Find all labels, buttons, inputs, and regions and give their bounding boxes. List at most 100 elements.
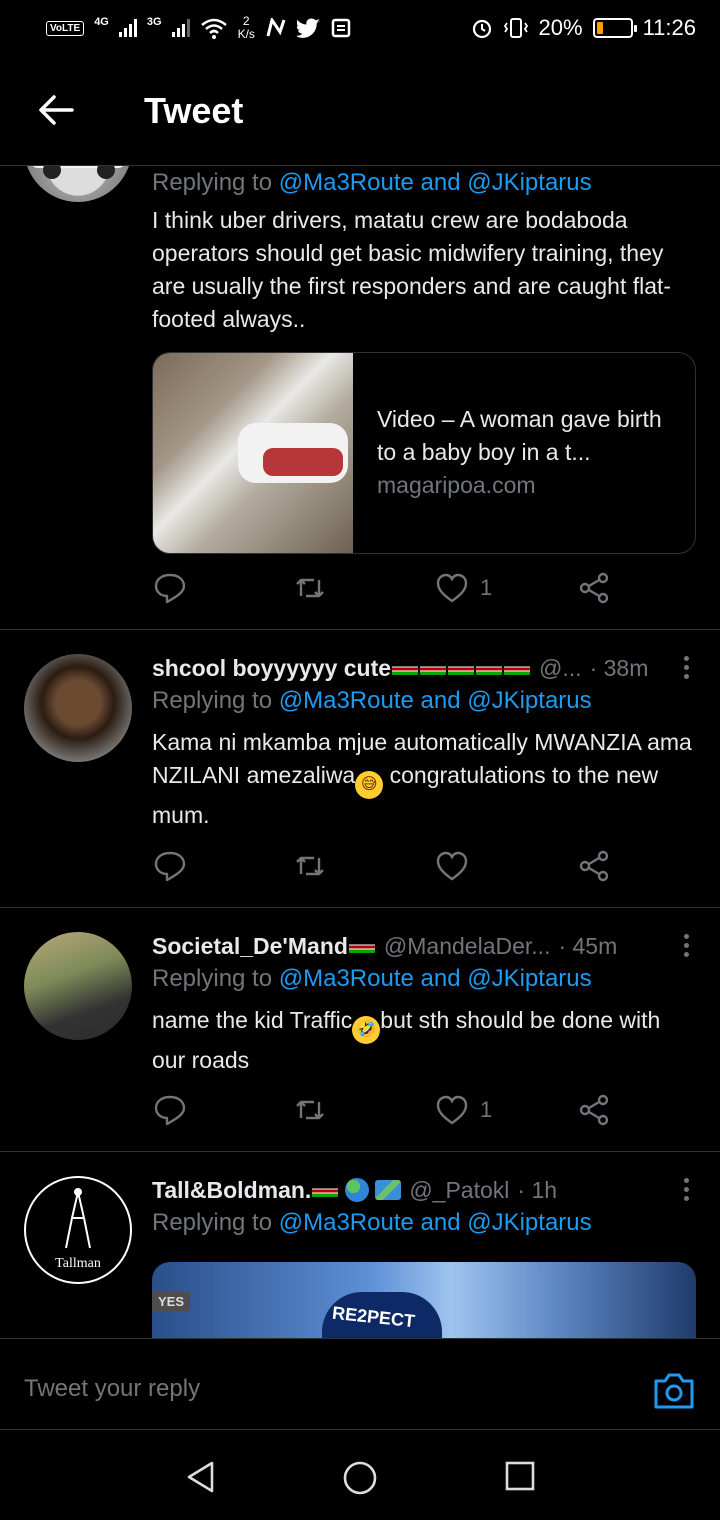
replying-to-label: Replying to bbox=[152, 687, 279, 714]
rofl-emoji-icon: 🤣 bbox=[352, 1016, 381, 1044]
retweet-button[interactable] bbox=[292, 848, 328, 884]
world-map-icon bbox=[375, 1180, 402, 1200]
triangle-back-icon[interactable] bbox=[184, 1460, 218, 1494]
network-3g-label: 3G bbox=[146, 16, 162, 28]
username[interactable]: @_Patokl bbox=[409, 1177, 509, 1204]
comment-icon bbox=[154, 851, 186, 882]
share-icon bbox=[579, 1094, 609, 1126]
display-name[interactable]: Tall&Boldman. bbox=[152, 1177, 311, 1204]
battery-fill bbox=[596, 22, 603, 34]
arrow-left-icon[interactable] bbox=[36, 90, 76, 130]
tweet-header: Tall&Boldman. @_Patokl · 1h bbox=[152, 1174, 696, 1206]
signal-bars-2-icon bbox=[171, 19, 190, 37]
replying-to-links[interactable]: @Ma3Route and @JKiptarus bbox=[279, 965, 592, 992]
camera-icon[interactable] bbox=[652, 1369, 696, 1413]
battery-percent: 20% bbox=[538, 15, 583, 40]
signal-bars-icon bbox=[118, 19, 137, 37]
tweet-header: shcool boyyyyyy cute @... · 38m bbox=[152, 652, 696, 684]
status-bar: VoLTE 4G 3G 2 K/s 20% 11:26 bbox=[0, 0, 720, 56]
tweet-actions: 1 bbox=[152, 570, 622, 610]
retweet-icon bbox=[296, 856, 324, 876]
battery-icon bbox=[592, 18, 637, 38]
avatar[interactable] bbox=[24, 932, 132, 1040]
reply-button[interactable] bbox=[152, 848, 188, 884]
tweet-actions: 1 bbox=[152, 1092, 622, 1132]
display-name[interactable]: shcool boyyyyyy cute bbox=[152, 655, 391, 682]
status-right: 20% 11:26 bbox=[471, 15, 696, 41]
tweet-content: Tall&Boldman. @_Patokl · 1h Replying to … bbox=[152, 1174, 696, 1240]
card-thumbnail bbox=[153, 353, 353, 553]
speed-unit: K/s bbox=[237, 27, 255, 41]
username[interactable]: @MandelaDer... bbox=[384, 933, 551, 960]
retweet-button[interactable] bbox=[292, 1092, 328, 1128]
square-recents-icon[interactable] bbox=[504, 1460, 536, 1492]
tweet-item[interactable]: Societal_De'Mand @MandelaDer... · 45m Re… bbox=[0, 908, 720, 1152]
like-count: 1 bbox=[480, 575, 493, 600]
replying-to-label: Replying to bbox=[152, 1209, 279, 1236]
reply-composer[interactable]: Tweet your reply bbox=[0, 1338, 720, 1430]
replying-to: Replying to @Ma3Route and @JKiptarus bbox=[152, 684, 696, 718]
circle-home-icon[interactable] bbox=[342, 1460, 378, 1496]
notification-n-icon bbox=[266, 18, 286, 37]
tweet-text-part-a: name the kid Traffic bbox=[152, 1007, 353, 1033]
tweet-text: Kama ni mkamba mjue automatically MWANZI… bbox=[152, 726, 696, 832]
card-domain: magaripoa.com bbox=[377, 472, 536, 498]
share-icon bbox=[579, 572, 609, 604]
timestamp: · 1h bbox=[517, 1176, 558, 1203]
kenya-flag-icon bbox=[311, 1177, 339, 1204]
kenya-flag-icons bbox=[391, 655, 531, 682]
status-left: VoLTE 4G 3G 2 K/s bbox=[46, 15, 351, 41]
heart-icon bbox=[436, 1095, 468, 1125]
tweet-content: shcool boyyyyyy cute @... · 38m Replying… bbox=[152, 652, 696, 832]
avatar[interactable]: Tallman bbox=[24, 1176, 132, 1284]
avatar[interactable] bbox=[24, 654, 132, 762]
reply-button[interactable] bbox=[152, 1092, 188, 1128]
avatar[interactable] bbox=[24, 166, 132, 202]
avatar-label: Tallman bbox=[55, 1256, 101, 1271]
tweet-actions bbox=[152, 848, 622, 888]
tweet-item[interactable]: Replying to @Ma3Route and @JKiptarus I t… bbox=[0, 166, 720, 630]
page-title: Tweet bbox=[144, 90, 244, 131]
heart-icon bbox=[436, 851, 468, 881]
reply-input[interactable]: Tweet your reply bbox=[24, 1375, 200, 1403]
retweet-icon bbox=[296, 578, 324, 598]
tweet-media-image[interactable]: YES RE2PECT bbox=[152, 1262, 696, 1338]
like-button[interactable]: 1 bbox=[434, 1092, 492, 1128]
card-title: Video – A woman gave birth to a baby boy… bbox=[377, 406, 662, 465]
replying-to-links[interactable]: @Ma3Route and @JKiptarus bbox=[279, 169, 592, 196]
globe-icon bbox=[345, 1178, 370, 1202]
more-options-icon[interactable] bbox=[684, 934, 690, 961]
link-card[interactable]: Video – A woman gave birth to a baby boy… bbox=[152, 352, 696, 554]
app-header: Tweet bbox=[0, 56, 720, 166]
replies-feed[interactable]: Replying to @Ma3Route and @JKiptarus I t… bbox=[0, 166, 720, 1338]
share-button[interactable] bbox=[576, 848, 612, 884]
wifi-icon bbox=[200, 18, 227, 39]
tweet-content: Replying to @Ma3Route and @JKiptarus I t… bbox=[152, 166, 696, 336]
retweet-icon bbox=[296, 1100, 324, 1120]
timestamp: · 38m bbox=[589, 654, 649, 681]
more-options-icon[interactable] bbox=[684, 1178, 690, 1205]
share-button[interactable] bbox=[576, 570, 612, 606]
share-button[interactable] bbox=[576, 1092, 612, 1128]
media-tag: YES bbox=[152, 1292, 191, 1311]
clock: 11:26 bbox=[642, 15, 696, 40]
alarm-icon bbox=[472, 19, 491, 39]
replying-to-links[interactable]: @Ma3Route and @JKiptarus bbox=[279, 687, 592, 714]
retweet-button[interactable] bbox=[292, 570, 328, 606]
like-count: 1 bbox=[480, 1097, 493, 1122]
tweet-item[interactable]: Tallman Tall&Boldman. @_Patokl · 1h Repl… bbox=[0, 1152, 720, 1338]
tweet-text: I think uber drivers, matatu crew are bo… bbox=[152, 207, 672, 332]
tweet-content: Societal_De'Mand @MandelaDer... · 45m Re… bbox=[152, 930, 696, 1077]
like-button[interactable]: 1 bbox=[434, 570, 492, 606]
replying-to-label: Replying to bbox=[152, 965, 279, 992]
replying-to-links[interactable]: @Ma3Route and @JKiptarus bbox=[279, 1209, 592, 1236]
username[interactable]: @... bbox=[539, 655, 582, 682]
like-button[interactable] bbox=[434, 848, 480, 884]
tweet-item[interactable]: shcool boyyyyyy cute @... · 38m Replying… bbox=[0, 630, 720, 908]
volte-badge: VoLTE bbox=[46, 20, 85, 36]
heart-icon bbox=[436, 573, 468, 603]
more-options-icon[interactable] bbox=[684, 656, 690, 683]
reply-button[interactable] bbox=[152, 570, 188, 606]
share-icon bbox=[579, 850, 609, 882]
display-name[interactable]: Societal_De'Mand bbox=[152, 933, 348, 960]
